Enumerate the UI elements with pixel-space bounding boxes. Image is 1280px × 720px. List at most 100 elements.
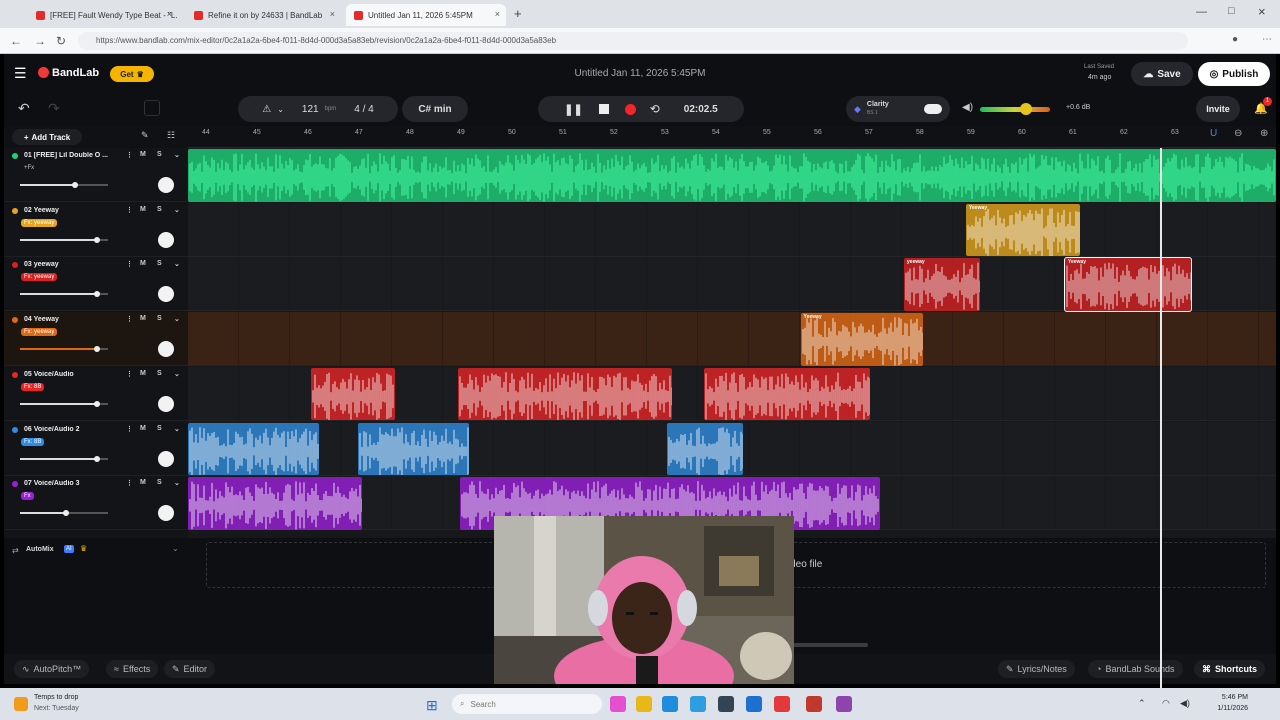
profile-icon[interactable]: ●: [1232, 34, 1238, 45]
app-icon[interactable]: [718, 696, 734, 712]
mixer-toggle-icon[interactable]: [144, 100, 160, 116]
track-volume-slider[interactable]: [20, 291, 108, 298]
zoom-out-icon[interactable]: ⊖: [1234, 128, 1242, 139]
close-icon[interactable]: ×: [167, 9, 172, 19]
close-icon[interactable]: ×: [330, 9, 335, 19]
audio-clip[interactable]: [188, 477, 363, 530]
track-name[interactable]: 01 [FREE] Lil Double O ...: [24, 152, 116, 159]
browser-tab[interactable]: [FREE] Fault Wendy Type Beat - "L... ×: [28, 4, 178, 26]
mute-button[interactable]: M: [140, 315, 146, 322]
track-lanes[interactable]: Yeeway yeeway Yeeway Yeeway: [188, 148, 1276, 538]
pause-icon[interactable]: ❚❚: [564, 103, 582, 116]
chevron-down-icon[interactable]: ⌄: [172, 544, 179, 553]
autopitch-button[interactable]: ∿ AutoPitch™: [14, 660, 90, 678]
audio-clip[interactable]: Yeeway: [1063, 257, 1193, 313]
track-volume-slider[interactable]: [20, 346, 108, 353]
browser-icon[interactable]: [690, 696, 706, 712]
chevron-down-icon[interactable]: ⌄: [174, 260, 180, 268]
close-icon[interactable]: ×: [495, 9, 500, 19]
redo-icon[interactable]: ↷: [48, 100, 60, 117]
track-lane[interactable]: [188, 202, 1276, 257]
track-fx-badge[interactable]: Fx: 8B: [21, 437, 45, 446]
track-pan-knob[interactable]: [158, 177, 174, 193]
chevron-up-icon[interactable]: ⌃: [1138, 698, 1146, 709]
track-volume-knob[interactable]: [94, 291, 101, 298]
taskbar-search-box[interactable]: ⌕ Search: [452, 694, 602, 714]
shortcuts-button[interactable]: ⌘ Shortcuts: [1194, 660, 1266, 678]
maximize-icon[interactable]: □: [1228, 5, 1235, 17]
solo-button[interactable]: S: [157, 479, 162, 486]
track-fx-badge[interactable]: +Fx: [21, 164, 37, 172]
track-options-icon[interactable]: ⋮: [126, 425, 133, 433]
track-header[interactable]: 02 Yeeway Fx: yeeway ⋮ M S ⌄: [4, 203, 188, 257]
audio-clip[interactable]: [457, 367, 673, 421]
edge-icon[interactable]: [662, 696, 678, 712]
undo-icon[interactable]: ↶: [18, 100, 30, 117]
track-pan-knob[interactable]: [158, 341, 174, 358]
windows-start-icon[interactable]: ⊞: [426, 697, 438, 714]
track-pan-knob[interactable]: [158, 450, 174, 467]
browser-tab-active[interactable]: Untitled Jan 11, 2026 5:45PM ×: [346, 4, 506, 26]
track-name[interactable]: 04 Yeeway: [24, 316, 116, 323]
chevron-down-icon[interactable]: ⌄: [174, 370, 180, 378]
zoom-in-icon[interactable]: ⊕: [1260, 128, 1268, 139]
track-name[interactable]: 07 Voice/Audio 3: [24, 480, 116, 487]
solo-button[interactable]: S: [157, 315, 162, 322]
timeline-ruler[interactable]: 44 45 46 47 48 49 50 51 52 53 54 55 56 5…: [188, 126, 1276, 148]
audio-clip[interactable]: [188, 149, 1276, 202]
back-icon[interactable]: ←: [10, 34, 22, 48]
chevron-down-icon[interactable]: ⌄: [174, 479, 180, 487]
window-close-icon[interactable]: ×: [1258, 4, 1266, 19]
chevron-down-icon[interactable]: ⌄: [174, 206, 180, 214]
new-tab-button[interactable]: +: [514, 6, 522, 21]
audio-clip[interactable]: [188, 422, 319, 476]
clock-date[interactable]: 1/11/2026: [1204, 705, 1248, 712]
playhead[interactable]: [1160, 148, 1162, 704]
track-volume-knob[interactable]: [94, 236, 101, 243]
track-name[interactable]: 05 Voice/Audio: [24, 371, 116, 378]
mute-button[interactable]: M: [140, 425, 146, 432]
mute-button[interactable]: M: [140, 151, 146, 158]
track-fx-badge[interactable]: Fx: yeeway: [21, 328, 58, 337]
track-name[interactable]: 02 Yeeway: [24, 207, 116, 214]
solo-button[interactable]: S: [157, 425, 162, 432]
track-options-icon[interactable]: ⋮: [126, 260, 133, 268]
solo-button[interactable]: S: [157, 260, 162, 267]
editor-button[interactable]: ✎ Editor: [164, 660, 216, 678]
tempo-value[interactable]: 121: [302, 104, 319, 115]
publish-button[interactable]: ◎ Publish: [1198, 62, 1270, 86]
key-selector[interactable]: C# min: [402, 96, 468, 122]
url-input[interactable]: https://www.bandlab.com/mix-editor/0c2a1…: [78, 32, 1188, 50]
track-options-icon[interactable]: ⋮: [126, 206, 133, 214]
track-volume-knob[interactable]: [94, 455, 101, 462]
clock-time[interactable]: 5:46 PM: [1204, 694, 1248, 701]
store-icon[interactable]: [746, 696, 762, 712]
track-volume-slider[interactable]: [20, 510, 108, 517]
track-options-icon[interactable]: ⋮: [126, 479, 133, 487]
track-fx-badge[interactable]: Fx: yeeway: [21, 218, 58, 227]
minimize-icon[interactable]: —: [1196, 6, 1207, 18]
track-header[interactable]: 07 Voice/Audio 3 Fx ⋮ M S ⌄: [4, 476, 188, 531]
track-name[interactable]: 03 yeeway: [24, 261, 116, 268]
automix-label[interactable]: AutoMix: [26, 546, 54, 553]
track-header[interactable]: 04 Yeeway Fx: yeeway ⋮ M S ⌄: [4, 312, 188, 367]
save-button[interactable]: ☁ Save: [1131, 62, 1193, 86]
invite-button[interactable]: Invite: [1196, 96, 1240, 122]
track-fx-badge[interactable]: Fx: [21, 492, 34, 501]
speaker-icon[interactable]: ◀): [962, 102, 973, 113]
add-track-button[interactable]: + Add Track: [12, 129, 82, 145]
app-icon[interactable]: [836, 696, 852, 712]
track-pan-knob[interactable]: [158, 231, 174, 248]
track-volume-slider[interactable]: [20, 455, 108, 462]
track-volume-knob[interactable]: [94, 400, 101, 407]
track-lane[interactable]: [188, 312, 1276, 367]
lyrics-notes-button[interactable]: ✎ Lyrics/Notes: [998, 660, 1075, 678]
mute-button[interactable]: M: [140, 370, 146, 377]
track-volume-knob[interactable]: [71, 182, 78, 188]
wifi-icon[interactable]: ◠: [1162, 698, 1170, 709]
track-volume-knob[interactable]: [62, 510, 69, 517]
mute-button[interactable]: M: [140, 206, 146, 213]
audio-clip[interactable]: Yeeway: [965, 203, 1081, 257]
audio-clip[interactable]: [703, 367, 871, 421]
track-pan-knob[interactable]: [158, 286, 174, 303]
